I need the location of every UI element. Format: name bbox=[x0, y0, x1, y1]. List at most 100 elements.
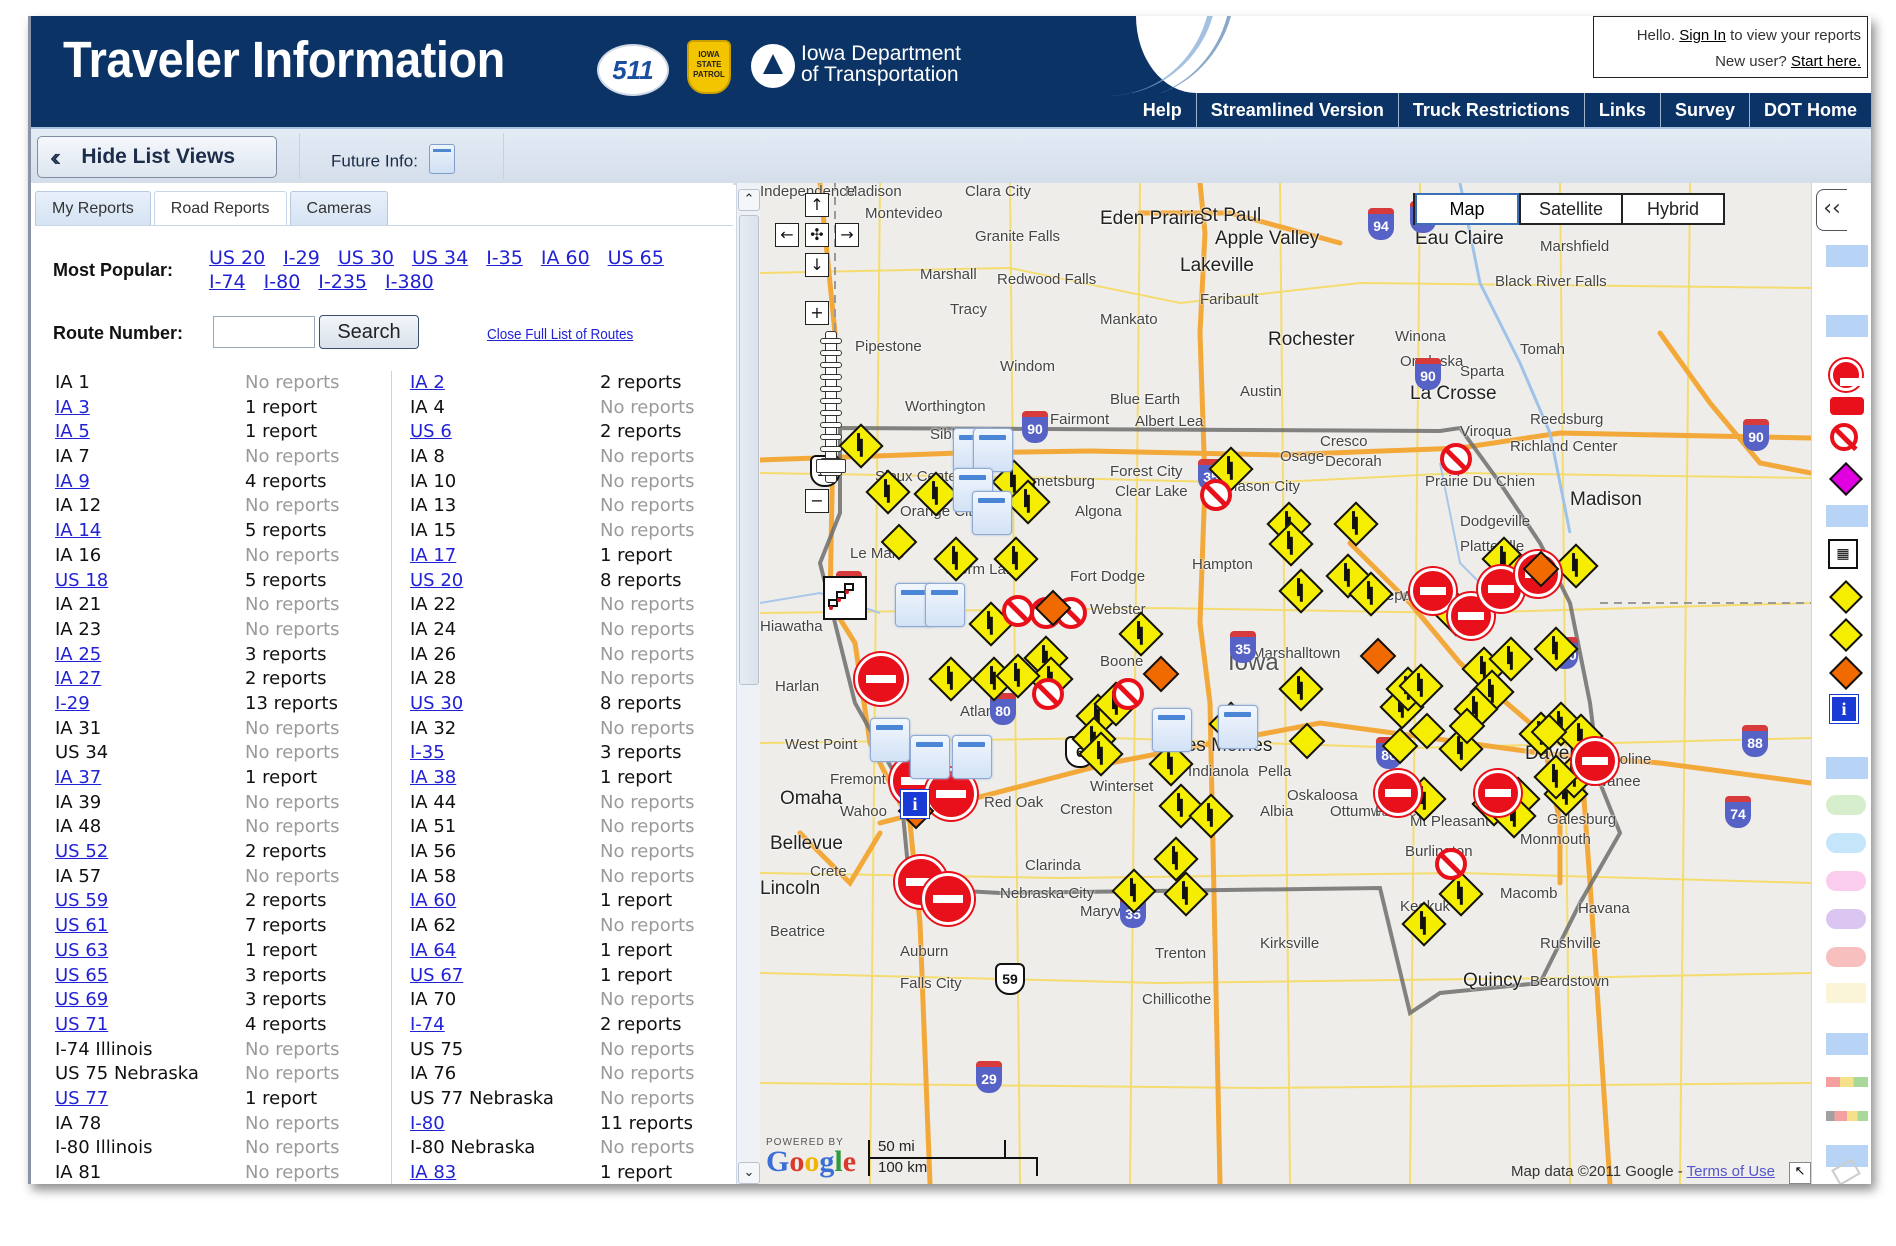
popular-route-link[interactable]: I-380 bbox=[385, 271, 434, 293]
zoom-slider-handle[interactable] bbox=[816, 459, 846, 473]
pan-center-button[interactable]: ✣ bbox=[805, 223, 829, 247]
route-row[interactable]: IA 37 1 report bbox=[55, 766, 395, 791]
no-entry-marker-icon[interactable] bbox=[1200, 479, 1232, 511]
route-row[interactable]: I-35 3 reports bbox=[410, 741, 750, 766]
route-row[interactable]: I-80 11 reports bbox=[410, 1112, 750, 1137]
hazard-icon[interactable] bbox=[1829, 462, 1863, 496]
nav-dot-home[interactable]: DOT Home bbox=[1748, 93, 1871, 127]
tab-my-reports[interactable]: My Reports bbox=[35, 191, 151, 225]
camera-marker-icon[interactable] bbox=[973, 428, 1013, 472]
lane-merge-icon[interactable] bbox=[1829, 618, 1863, 652]
popular-route-link[interactable]: I-74 bbox=[209, 271, 246, 293]
popular-route-link[interactable]: US 30 bbox=[338, 247, 394, 269]
legend-section-header[interactable] bbox=[1826, 505, 1868, 527]
route-row[interactable]: US 69 3 reports bbox=[55, 988, 395, 1013]
route-name[interactable]: IA 9 bbox=[55, 470, 90, 495]
route-name[interactable]: US 63 bbox=[55, 939, 108, 964]
legend-section-header[interactable] bbox=[1826, 1033, 1868, 1055]
route-name[interactable]: US 30 bbox=[410, 692, 463, 717]
scroll-up-icon[interactable]: ⌃ bbox=[738, 189, 760, 211]
route-name[interactable]: IA 38 bbox=[410, 766, 456, 791]
route-name[interactable]: US 69 bbox=[55, 988, 108, 1013]
route-name[interactable]: I-80 bbox=[410, 1112, 445, 1137]
popular-route-link[interactable]: I-35 bbox=[486, 247, 523, 269]
route-row[interactable]: US 59 2 reports bbox=[55, 889, 395, 914]
nav-survey[interactable]: Survey bbox=[1659, 93, 1749, 127]
route-name[interactable]: US 18 bbox=[55, 569, 108, 594]
route-name[interactable]: IA 17 bbox=[410, 544, 456, 569]
nav-help[interactable]: Help bbox=[1129, 93, 1196, 127]
camera-marker-icon[interactable] bbox=[910, 735, 950, 779]
road-closed-marker-icon[interactable] bbox=[1475, 770, 1521, 816]
legend-section-header[interactable] bbox=[1826, 245, 1868, 267]
plow-green-icon[interactable] bbox=[1826, 795, 1866, 815]
plow-purple-icon[interactable] bbox=[1826, 909, 1866, 929]
road-closed-marker-icon[interactable] bbox=[922, 873, 974, 925]
popular-route-link[interactable]: US 20 bbox=[209, 247, 265, 269]
popular-route-link[interactable]: I-29 bbox=[283, 247, 320, 269]
route-name[interactable]: IA 37 bbox=[55, 766, 101, 791]
route-row[interactable]: IA 64 1 report bbox=[410, 939, 750, 964]
route-name[interactable]: US 20 bbox=[410, 569, 463, 594]
info-icon[interactable]: i bbox=[1830, 695, 1858, 723]
hide-list-views-button[interactable]: ‹‹ Hide List Views bbox=[37, 136, 277, 178]
road-closed-marker-icon[interactable] bbox=[1375, 770, 1421, 816]
plow-pink-icon[interactable] bbox=[1826, 871, 1866, 891]
route-name[interactable]: IA 60 bbox=[410, 889, 456, 914]
route-row[interactable]: IA 60 1 report bbox=[410, 889, 750, 914]
route-row[interactable]: US 61 7 reports bbox=[55, 914, 395, 939]
pan-up-button[interactable]: ↑ bbox=[805, 193, 829, 217]
popular-route-link[interactable]: US 34 bbox=[412, 247, 468, 269]
route-row[interactable]: IA 3 1 report bbox=[55, 396, 395, 421]
popular-route-link[interactable]: I-235 bbox=[318, 271, 367, 293]
route-name[interactable]: US 6 bbox=[410, 420, 452, 445]
traffic-queue-marker-icon[interactable] bbox=[823, 576, 867, 620]
route-row[interactable]: US 67 1 report bbox=[410, 964, 750, 989]
road-closed-icon[interactable] bbox=[1830, 359, 1866, 391]
camera-marker-icon[interactable] bbox=[952, 735, 992, 779]
info-marker-icon[interactable]: i bbox=[901, 790, 929, 818]
route-row[interactable]: US 30 8 reports bbox=[410, 692, 750, 717]
route-row[interactable]: US 77 1 report bbox=[55, 1087, 395, 1112]
scroll-down-icon[interactable]: ⌄ bbox=[738, 1162, 760, 1184]
no-entry-marker-icon[interactable] bbox=[1112, 678, 1144, 710]
route-row[interactable]: US 63 1 report bbox=[55, 939, 395, 964]
search-button[interactable]: Search bbox=[319, 315, 419, 349]
camera-marker-icon[interactable] bbox=[1218, 705, 1258, 749]
route-name[interactable]: US 65 bbox=[55, 964, 108, 989]
map-type-satellite-button[interactable]: Satellite bbox=[1519, 195, 1621, 223]
sign-in-link[interactable]: Sign In bbox=[1679, 27, 1726, 44]
route-name[interactable]: IA 83 bbox=[410, 1161, 456, 1184]
pan-left-button[interactable]: ← bbox=[775, 223, 799, 247]
route-row[interactable]: IA 38 1 report bbox=[410, 766, 750, 791]
popular-route-link[interactable]: US 65 bbox=[608, 247, 664, 269]
route-row[interactable]: I-29 13 reports bbox=[55, 692, 395, 717]
tab-cameras[interactable]: Cameras bbox=[289, 191, 389, 225]
route-name[interactable]: IA 64 bbox=[410, 939, 456, 964]
map-type-map-button[interactable]: Map bbox=[1415, 193, 1519, 225]
route-row[interactable]: IA 25 3 reports bbox=[55, 643, 395, 668]
route-name[interactable]: IA 5 bbox=[55, 420, 90, 445]
plow-closed-icon[interactable] bbox=[1826, 947, 1866, 967]
traffic-speed-icon[interactable] bbox=[1826, 1077, 1868, 1087]
list-scrollbar[interactable]: ⌃ ⌄ bbox=[736, 183, 761, 1184]
no-entry-icon[interactable] bbox=[1830, 423, 1858, 451]
plow-blue-icon[interactable] bbox=[1826, 833, 1866, 853]
warning-icon[interactable] bbox=[1829, 580, 1863, 614]
route-row[interactable]: IA 17 1 report bbox=[410, 544, 750, 569]
no-entry-marker-icon[interactable] bbox=[1435, 848, 1467, 880]
no-entry-marker-icon[interactable] bbox=[1032, 678, 1064, 710]
no-entry-marker-icon[interactable] bbox=[1440, 443, 1472, 475]
route-row[interactable]: IA 5 1 report bbox=[55, 420, 395, 445]
route-name[interactable]: I-74 bbox=[410, 1013, 445, 1038]
popular-route-link[interactable]: I-80 bbox=[264, 271, 301, 293]
site-title[interactable]: Traveler Information bbox=[63, 30, 505, 89]
route-name[interactable]: US 71 bbox=[55, 1013, 108, 1038]
nav-streamlined-version[interactable]: Streamlined Version bbox=[1195, 93, 1398, 127]
start-here-link[interactable]: Start here. bbox=[1791, 53, 1861, 70]
route-row[interactable]: IA 27 2 reports bbox=[55, 667, 395, 692]
pan-down-button[interactable]: ↓ bbox=[805, 253, 829, 277]
zoom-out-button[interactable]: − bbox=[805, 489, 829, 513]
traffic-speed-detailed-icon[interactable] bbox=[1826, 1111, 1868, 1121]
route-row[interactable]: I-74 2 reports bbox=[410, 1013, 750, 1038]
